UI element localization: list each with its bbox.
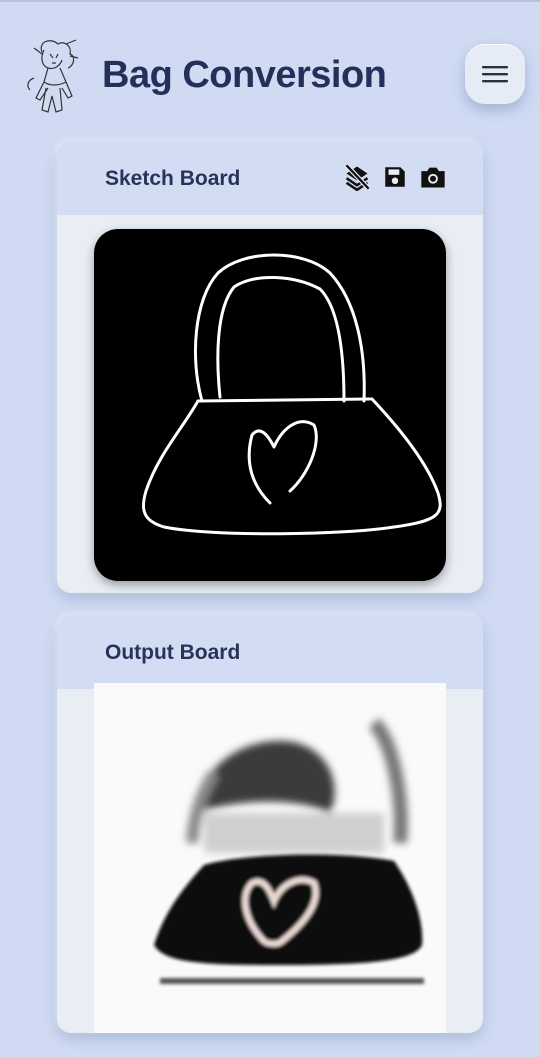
sketch-board-title: Sketch Board <box>105 167 241 190</box>
sketch-toolbar <box>343 163 447 191</box>
save-icon <box>385 167 405 187</box>
sketch-character-logo-icon <box>20 38 80 116</box>
clear-layers-button[interactable] <box>343 163 371 191</box>
sketch-board-card: Sketch Board <box>57 141 483 593</box>
app-header: Bag Conversion <box>0 0 540 140</box>
camera-icon <box>421 167 445 188</box>
output-board-header: Output Board <box>57 615 483 689</box>
output-board-card: Output Board <box>57 615 483 1033</box>
app-title: Bag Conversion <box>102 54 387 96</box>
hamburger-menu-icon <box>482 66 508 83</box>
menu-button[interactable] <box>465 44 525 104</box>
sketch-board-header: Sketch Board <box>57 141 483 215</box>
clear-layers-icon <box>344 163 371 191</box>
output-board-title: Output Board <box>105 641 241 664</box>
generated-bag-image <box>94 683 446 1033</box>
save-button[interactable] <box>381 163 409 191</box>
camera-button[interactable] <box>419 163 447 191</box>
sketch-canvas[interactable] <box>94 229 446 581</box>
